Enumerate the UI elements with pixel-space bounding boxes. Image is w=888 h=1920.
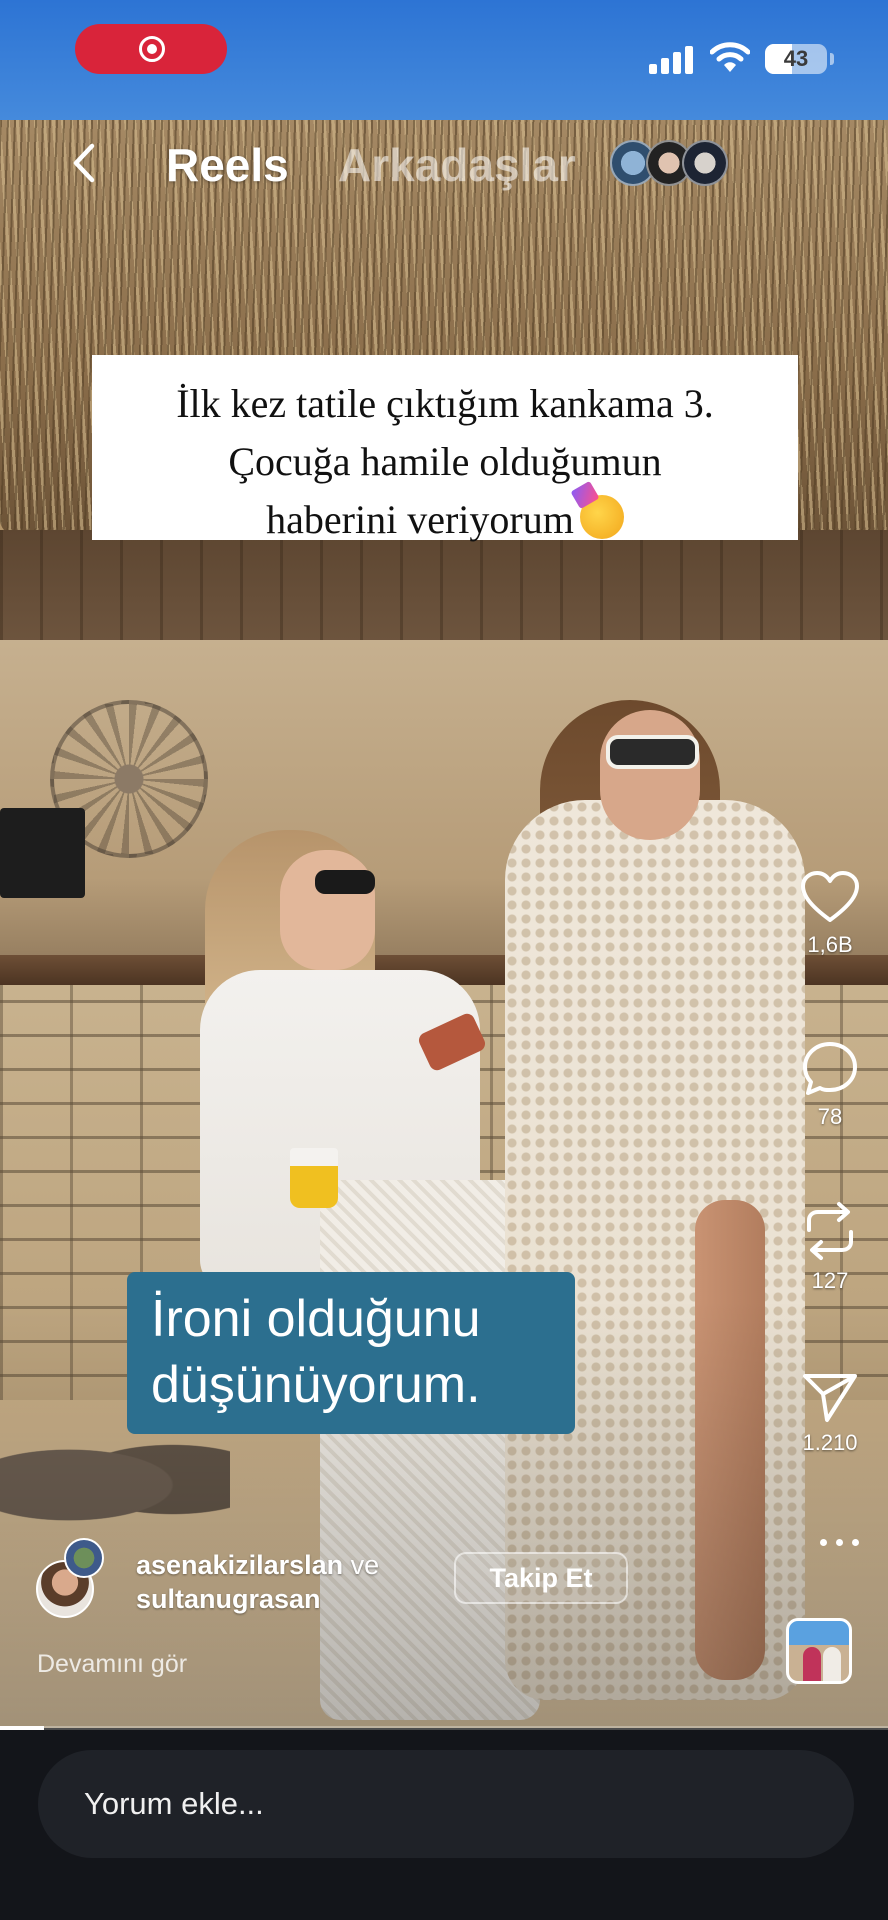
tab-reels[interactable]: Reels <box>166 138 289 192</box>
battery-tip <box>830 53 834 65</box>
status-bar: 43 <box>0 0 888 110</box>
repost-icon <box>807 1202 853 1260</box>
coauthor-username[interactable]: sultanugrasan <box>136 1582 379 1616</box>
comment-bubble-icon <box>803 1042 857 1095</box>
comment-button[interactable]: 78 <box>780 1040 880 1130</box>
screen-recording-indicator[interactable] <box>75 24 227 74</box>
author-row: asenakizilarslan ve sultanugrasan Takip … <box>36 1538 736 1618</box>
follow-button[interactable]: Takip Et <box>454 1552 628 1604</box>
caption-line: İlk kez tatile çıktığım kankama 3. <box>176 381 714 426</box>
caption-line: haberini veriyorum <box>92 491 798 549</box>
drink-image <box>290 1148 338 1208</box>
like-button[interactable]: 1,6B <box>780 870 880 958</box>
person-right-sunglasses <box>606 735 699 769</box>
author-connector: ve <box>350 1550 380 1580</box>
battery-icon: 43 <box>765 44 827 74</box>
reel-video[interactable] <box>0 0 888 1728</box>
comment-count: 78 <box>817 1104 843 1129</box>
caption-line: Çocuğa hamile olduğumun <box>228 439 662 484</box>
tab-friends[interactable]: Arkadaşlar <box>338 138 576 192</box>
wifi-icon <box>710 42 750 72</box>
coauthor-avatar[interactable] <box>64 1538 104 1578</box>
heart-icon <box>801 871 859 922</box>
audio-thumbnail[interactable] <box>786 1618 852 1684</box>
more-options-icon[interactable] <box>820 1535 864 1549</box>
video-caption-overlay: İlk kez tatile çıktığım kankama 3. Çocuğ… <box>92 355 798 542</box>
cellular-signal-icon <box>649 44 695 74</box>
battery-percentage: 43 <box>783 46 809 71</box>
repost-button[interactable]: 127 <box>780 1200 880 1294</box>
person-right-face <box>600 710 700 840</box>
person-left-sunglasses <box>315 870 375 894</box>
back-arrow-icon[interactable] <box>62 138 112 188</box>
friends-avatars[interactable] <box>610 140 730 186</box>
send-icon <box>803 1374 857 1422</box>
partying-face-emoji-icon <box>579 495 624 539</box>
person-left-face <box>280 850 375 970</box>
like-count: 1,6B <box>807 932 853 957</box>
repost-count: 127 <box>811 1268 849 1293</box>
monitor-image <box>0 808 85 898</box>
author-username[interactable]: asenakizilarslan <box>136 1550 343 1580</box>
subtitle-line: İroni olduğunu <box>151 1290 481 1348</box>
reels-header: Reels Arkadaşlar <box>0 120 888 210</box>
share-count: 1.210 <box>802 1430 858 1455</box>
share-button[interactable]: 1.210 <box>780 1370 880 1456</box>
avatar <box>682 140 728 186</box>
reels-screen: 43 Reels Arkadaşlar İlk kez tatile çıktı… <box>0 0 888 1920</box>
video-subtitle-overlay: İroni olduğunu düşünüyorum. <box>127 1272 575 1434</box>
subtitle-line: düşünüyorum. <box>151 1356 481 1414</box>
author-names[interactable]: asenakizilarslan ve sultanugrasan <box>136 1548 379 1616</box>
comment-input[interactable] <box>38 1750 854 1858</box>
record-icon <box>139 36 165 62</box>
see-more-link[interactable]: Devamını gör <box>37 1650 187 1679</box>
bottom-comment-bar <box>0 1730 888 1920</box>
